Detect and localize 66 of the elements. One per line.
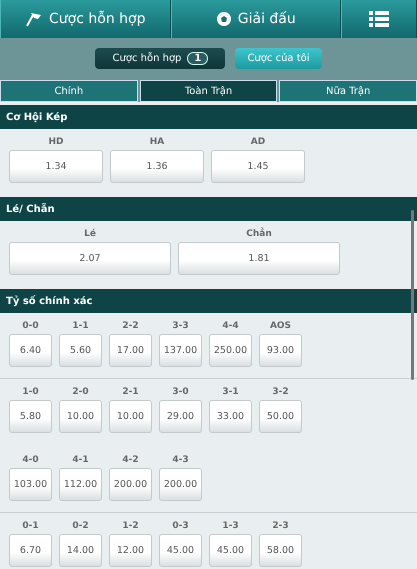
odds-button[interactable]: 1.36 [110, 150, 204, 183]
odds-button[interactable]: 112.00 [59, 468, 102, 501]
odds-label: 1-1 [72, 321, 89, 331]
odds-button[interactable]: 6.40 [9, 334, 52, 367]
scrollbar[interactable] [411, 210, 414, 380]
odds-button[interactable]: 45.00 [209, 534, 252, 567]
odds-button[interactable]: 17.00 [109, 334, 152, 367]
odds-label: 0-2 [72, 521, 89, 531]
bet-slip-button[interactable]: Cược hỗn hợp 1 [95, 48, 226, 68]
odds-label: AD [250, 137, 266, 147]
odds-label: 1-0 [22, 387, 39, 397]
odds-button[interactable]: 5.60 [59, 334, 102, 367]
odds-button[interactable]: 6.70 [9, 534, 52, 567]
odds-label: HD [48, 137, 64, 147]
odds-label: 1-3 [222, 521, 239, 531]
odds-button[interactable]: 10.00 [59, 400, 102, 433]
odds-label: 3-1 [222, 387, 239, 397]
soccer-ball-icon [216, 11, 232, 27]
section-header: Lé/ Chẵn [0, 197, 417, 221]
odds-button[interactable]: 250.00 [209, 334, 252, 367]
odds-button[interactable]: 10.00 [109, 400, 152, 433]
odds-label: 4-0 [22, 455, 39, 465]
odds-label: 2-0 [72, 387, 89, 397]
odds-label: Lé [84, 229, 96, 239]
odds-label: 2-3 [272, 521, 289, 531]
odds-button[interactable]: 5.80 [9, 400, 52, 433]
tab[interactable]: Nữa Trận [279, 80, 417, 102]
odds-button[interactable]: 58.00 [259, 534, 302, 567]
odds-label: 0-3 [172, 521, 189, 531]
odds-button[interactable]: 200.00 [109, 468, 152, 501]
odds-label: 4-4 [222, 321, 239, 331]
odds-label: HA [150, 137, 164, 147]
odds-button[interactable]: 29.00 [159, 400, 202, 433]
odds-button[interactable]: 93.00 [259, 334, 302, 367]
flag-icon [25, 11, 44, 27]
odds-label: 4-1 [72, 455, 89, 465]
odds-label: 0-0 [22, 321, 39, 331]
odds-button[interactable]: 1.45 [211, 150, 305, 183]
odds-button[interactable]: 200.00 [159, 468, 202, 501]
odds-label: 3-3 [172, 321, 189, 331]
odds-label: 2-2 [122, 321, 139, 331]
tab[interactable]: Toàn Trận [140, 80, 278, 102]
odds-label: 1-2 [122, 521, 139, 531]
odds-button[interactable]: 2.07 [9, 242, 171, 275]
count-badge: 1 [187, 52, 208, 64]
odds-label: Chẳn [246, 229, 272, 239]
menu-icon [369, 10, 389, 28]
odds-label: 2-1 [122, 387, 139, 397]
odds-button[interactable]: 50.00 [259, 400, 302, 433]
tab[interactable]: Chính [0, 80, 138, 102]
odds-label: 4-2 [122, 455, 139, 465]
section-header: Tỷ số chính xác [0, 289, 417, 313]
odds-label: AOS [270, 321, 292, 331]
odds-label: 4-3 [172, 455, 189, 465]
odds-button[interactable]: 1.34 [9, 150, 103, 183]
odds-button[interactable]: 45.00 [159, 534, 202, 567]
section-header: Cơ Hội Kép [0, 105, 417, 129]
odds-button[interactable]: 103.00 [9, 468, 52, 501]
odds-button[interactable]: 1.81 [178, 242, 340, 275]
odds-button[interactable]: 14.00 [59, 534, 102, 567]
odds-label: 0-1 [22, 521, 39, 531]
odds-label: 3-2 [272, 387, 289, 397]
odds-label: 3-0 [172, 387, 189, 397]
odds-button[interactable]: 12.00 [109, 534, 152, 567]
odds-button[interactable]: 33.00 [209, 400, 252, 433]
odds-button[interactable]: 137.00 [159, 334, 202, 367]
